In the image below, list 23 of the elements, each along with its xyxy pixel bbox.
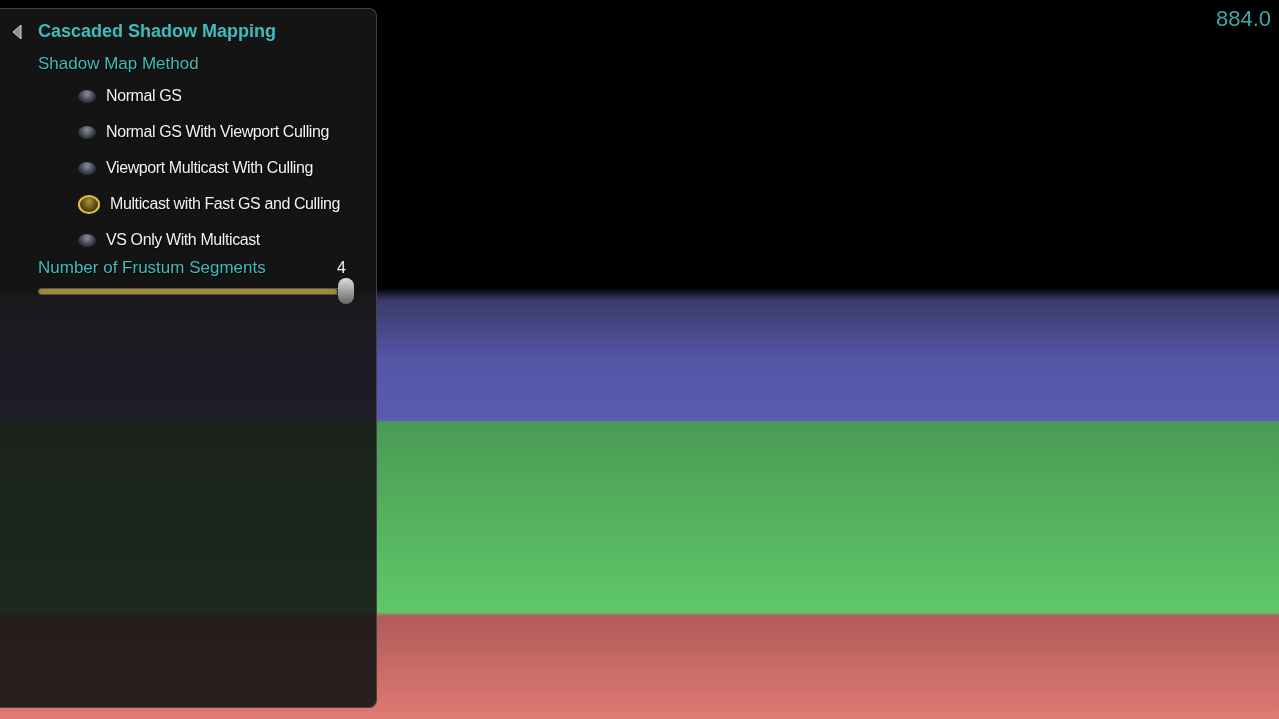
radio-button[interactable]	[78, 161, 96, 175]
radio-label: Normal GS With Viewport Culling	[106, 123, 329, 141]
section-label: Shadow Map Method	[38, 54, 200, 74]
slider-label: Number of Frustum Segments	[38, 258, 266, 278]
radio-option[interactable]: VS Only With Multicast	[78, 222, 376, 258]
frame-counter: 884.0	[1215, 6, 1271, 32]
collapse-triangle-icon[interactable]	[12, 23, 22, 40]
panel-title: Cascaded Shadow Mapping	[38, 21, 277, 42]
radio-option[interactable]: Normal GS With Viewport Culling	[78, 114, 376, 150]
slider-thumb[interactable]	[338, 278, 354, 304]
radio-label: VS Only With Multicast	[106, 231, 260, 249]
radio-button[interactable]	[78, 125, 96, 139]
slider[interactable]	[38, 278, 354, 304]
radio-label: Normal GS	[106, 87, 182, 105]
radio-button[interactable]	[78, 233, 96, 247]
radio-option[interactable]: Multicast with Fast GS and Culling	[78, 186, 376, 222]
radio-button[interactable]	[78, 194, 100, 214]
radio-option[interactable]: Normal GS	[78, 78, 376, 114]
radio-label: Viewport Multicast With Culling	[106, 159, 313, 177]
radio-label: Multicast with Fast GS and Culling	[110, 195, 341, 213]
radio-option[interactable]: Viewport Multicast With Culling	[78, 150, 376, 186]
slider-value: 4	[337, 259, 346, 277]
radio-button[interactable]	[78, 89, 96, 103]
